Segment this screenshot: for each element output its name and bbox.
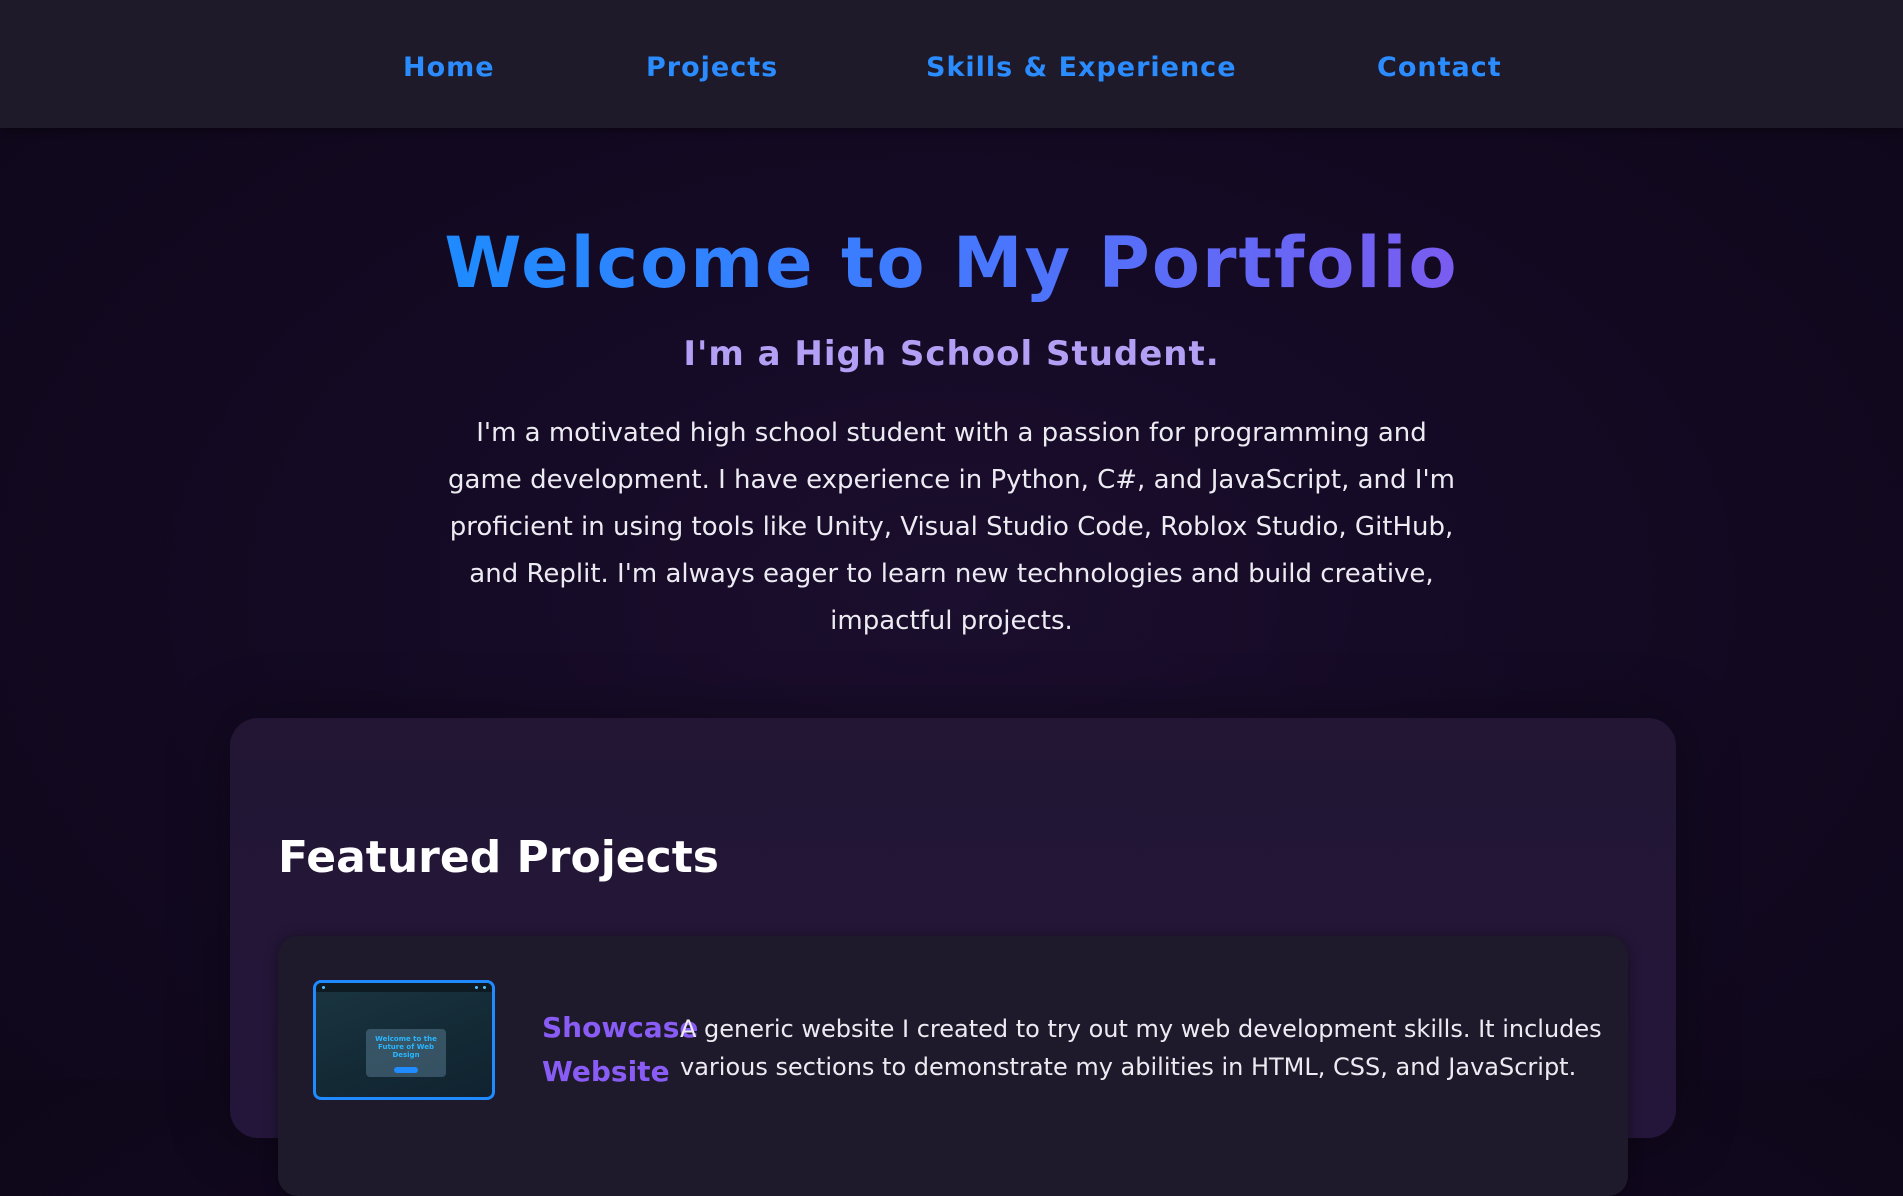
project-description: A generic website I created to try out m… [680, 1015, 1602, 1081]
hero-subtitle: I'm a High School Student. [683, 334, 1220, 374]
nav-link-projects[interactable]: Projects [646, 48, 778, 88]
thumbnail-dot-icon [322, 986, 325, 989]
nav-link-contact[interactable]: Contact [1377, 48, 1502, 88]
hero-intro-paragraph: I'm a motivated high school student with… [448, 418, 1455, 636]
thumbnail-dot-icon [483, 986, 486, 989]
nav-link-home[interactable]: Home [403, 48, 495, 88]
featured-projects-section: Featured Projects Welcome to the Future … [230, 718, 1676, 1196]
nav-link-skills-experience[interactable]: Skills & Experience [926, 48, 1237, 88]
top-navbar: Home Projects Skills & Experience Contac… [0, 0, 1903, 128]
project-card[interactable]: Welcome to the Future of Web Design Show… [278, 936, 1628, 1196]
project-name[interactable]: Showcase Website [542, 1006, 698, 1094]
hero-title-text: Welcome to My Portfolio [444, 222, 1459, 304]
hero-title: Welcome to My Portfolio [0, 218, 1903, 308]
thumbnail-dot-icon [475, 986, 478, 989]
thumbnail-browser-bar [316, 983, 492, 992]
thumbnail-hero-panel: Welcome to the Future of Web Design [366, 1029, 446, 1077]
thumbnail-heading: Welcome to the Future of Web Design [375, 1035, 437, 1059]
project-thumbnail[interactable]: Welcome to the Future of Web Design [313, 980, 495, 1100]
section-title: Featured Projects [278, 832, 719, 883]
thumbnail-button [394, 1067, 418, 1073]
